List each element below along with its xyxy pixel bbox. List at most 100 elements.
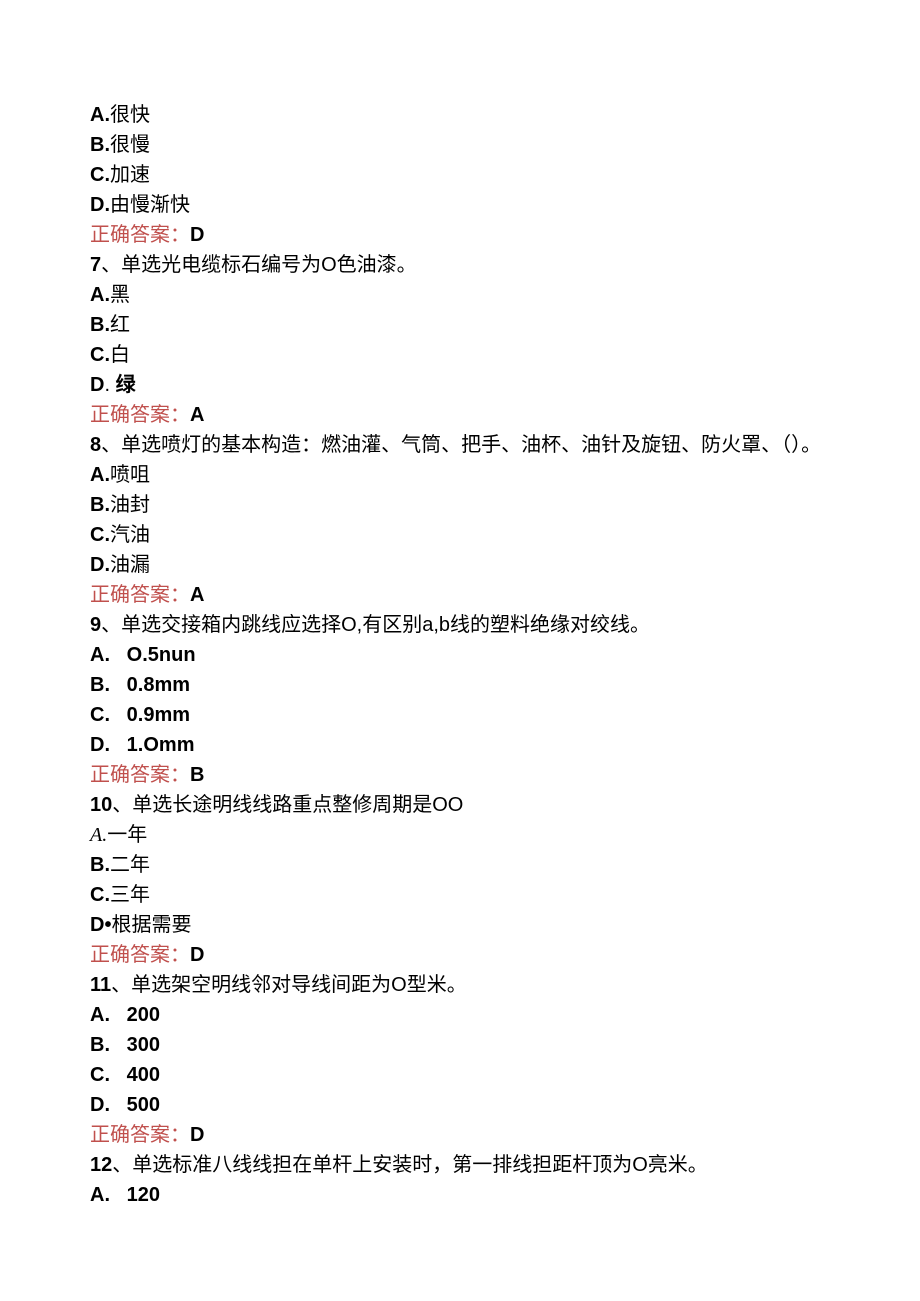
option-line: B. 300 xyxy=(90,1030,830,1060)
option-line: C.汽油 xyxy=(90,520,830,550)
option-line: D.由慢渐快 xyxy=(90,190,830,220)
answer-line: 正确答案：B xyxy=(90,760,830,790)
question-line: 10、单选长途明线线路重点整修周期是OO xyxy=(90,790,830,820)
option-line: D. 绿 xyxy=(90,370,830,400)
option-line: D. 500 xyxy=(90,1090,830,1120)
option-letter: B. xyxy=(90,314,110,336)
option-text: 绿 xyxy=(116,374,136,396)
option-line: B.很慢 xyxy=(90,130,830,160)
option-text: 白 xyxy=(110,344,130,366)
option-letter: C. xyxy=(90,164,110,186)
option-text: 加速 xyxy=(110,164,150,186)
question-text: 、单选光电缆标石编号为O色油漆。 xyxy=(101,254,417,276)
answer-line: 正确答案：D xyxy=(90,940,830,970)
option-line: B.油封 xyxy=(90,490,830,520)
option-text: 喷咀 xyxy=(110,464,150,486)
option-text: 0.8mm xyxy=(127,674,190,696)
answer-label: 正确答案： xyxy=(90,1124,190,1146)
question-number: 12 xyxy=(90,1154,112,1176)
option-line: D.油漏 xyxy=(90,550,830,580)
option-line: C.三年 xyxy=(90,880,830,910)
option-line: B.红 xyxy=(90,310,830,340)
option-line: D. 1.Omm xyxy=(90,730,830,760)
option-letter: A. xyxy=(90,104,110,126)
option-line: D•根据需要 xyxy=(90,910,830,940)
answer-label: 正确答案： xyxy=(90,404,190,426)
answer-line: 正确答案：A xyxy=(90,400,830,430)
option-letter: B. xyxy=(90,134,110,156)
option-line: C. 0.9mm xyxy=(90,700,830,730)
answer-value: D xyxy=(190,1124,204,1146)
answer-value: D xyxy=(190,944,204,966)
option-text: 300 xyxy=(127,1034,160,1056)
option-letter: D. xyxy=(90,554,110,576)
option-letter: A. xyxy=(90,644,110,666)
option-line: C. 400 xyxy=(90,1060,830,1090)
option-letter: C. xyxy=(90,704,110,726)
option-text: 红 xyxy=(110,314,130,336)
answer-label: 正确答案： xyxy=(90,764,190,786)
question-number: 11 xyxy=(90,974,111,996)
option-letter: B. xyxy=(90,674,110,696)
answer-line: 正确答案：A xyxy=(90,580,830,610)
option-letter: D. xyxy=(90,194,110,216)
option-text: 很慢 xyxy=(110,134,150,156)
option-letter: B. xyxy=(90,494,110,516)
option-letter: D xyxy=(90,374,104,396)
question-text: 、单选标准八线线担在单杆上安装时，第一排线担距杆顶为O亮米。 xyxy=(112,1154,708,1176)
question-text: 、单选交接箱内跳线应选择O,有区别a,b线的塑料绝缘对绞线。 xyxy=(101,614,650,636)
option-letter: A. xyxy=(90,284,110,306)
question-text: 、单选喷灯的基本构造：燃油灌、气筒、把手、油杯、油针及旋钮、防火罩、（）。 xyxy=(101,434,821,456)
option-line: B.二年 xyxy=(90,850,830,880)
question-text: 、单选长途明线线路重点整修周期是OO xyxy=(112,794,463,816)
answer-value: A xyxy=(190,404,204,426)
option-text: 油封 xyxy=(110,494,150,516)
option-text: 油漏 xyxy=(110,554,150,576)
answer-label: 正确答案： xyxy=(90,944,190,966)
option-text: O.5nun xyxy=(127,644,196,666)
option-text: 200 xyxy=(127,1004,160,1026)
option-text: 根据需要 xyxy=(111,914,191,936)
question-line: 9、单选交接箱内跳线应选择O,有区别a,b线的塑料绝缘对绞线。 xyxy=(90,610,830,640)
question-line: 11、单选架空明线邻对导线间距为O型米。 xyxy=(90,970,830,1000)
option-text: 一年 xyxy=(107,824,147,846)
option-letter: A. xyxy=(90,1184,110,1206)
question-text: 、单选架空明线邻对导线间距为O型米。 xyxy=(111,974,467,996)
option-text: 二年 xyxy=(110,854,150,876)
question-line: 8、单选喷灯的基本构造：燃油灌、气筒、把手、油杯、油针及旋钮、防火罩、（）。 xyxy=(90,430,830,460)
option-letter: B. xyxy=(90,854,110,876)
question-number: 10 xyxy=(90,794,112,816)
answer-label: 正确答案： xyxy=(90,584,190,606)
question-number: 7 xyxy=(90,254,101,276)
option-letter: C. xyxy=(90,884,110,906)
option-letter: A. xyxy=(90,824,107,846)
option-line: A. 200 xyxy=(90,1000,830,1030)
option-text: 很快 xyxy=(110,104,150,126)
option-letter: D. xyxy=(90,734,110,756)
option-letter: D• xyxy=(90,914,111,936)
question-line: 7、单选光电缆标石编号为O色油漆。 xyxy=(90,250,830,280)
option-line: A.一年 xyxy=(90,820,830,850)
option-line: C.白 xyxy=(90,340,830,370)
option-line: A. O.5nun xyxy=(90,640,830,670)
answer-line: 正确答案：D xyxy=(90,1120,830,1150)
option-text: 0.9mm xyxy=(127,704,190,726)
option-text: 500 xyxy=(127,1094,160,1116)
option-letter: C. xyxy=(90,1064,110,1086)
option-letter: C. xyxy=(90,524,110,546)
answer-label: 正确答案： xyxy=(90,224,190,246)
option-line: C.加速 xyxy=(90,160,830,190)
option-letter: A. xyxy=(90,1004,110,1026)
option-line: A.很快 xyxy=(90,100,830,130)
option-line: A.喷咀 xyxy=(90,460,830,490)
question-line: 12、单选标准八线线担在单杆上安装时，第一排线担距杆顶为O亮米。 xyxy=(90,1150,830,1180)
option-text: 1.Omm xyxy=(127,734,195,756)
option-text: 120 xyxy=(127,1184,160,1206)
question-number: 8 xyxy=(90,434,101,456)
option-text: 汽油 xyxy=(110,524,150,546)
question-number: 9 xyxy=(90,614,101,636)
option-text: 由慢渐快 xyxy=(110,194,190,216)
option-line: B. 0.8mm xyxy=(90,670,830,700)
document-body: A.很快B.很慢C.加速D.由慢渐快正确答案：D7、单选光电缆标石编号为O色油漆… xyxy=(90,100,830,1210)
option-line: A. 120 xyxy=(90,1180,830,1210)
